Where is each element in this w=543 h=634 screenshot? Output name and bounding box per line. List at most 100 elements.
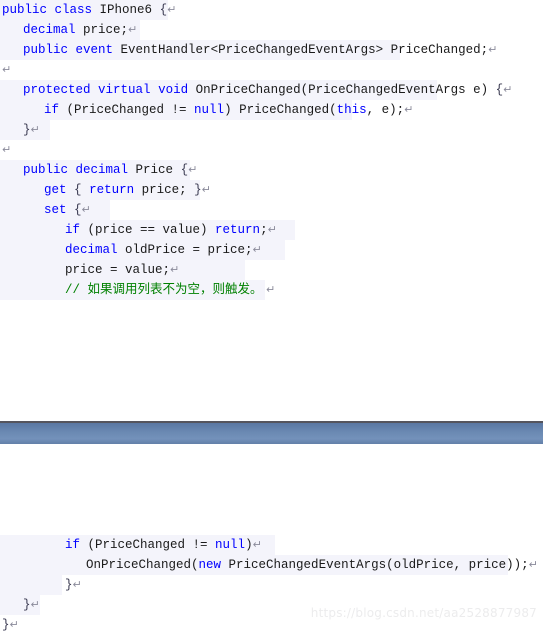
code-line: ↵: [0, 140, 543, 160]
code-line: if (PriceChanged != null)↵: [0, 535, 543, 555]
band-fill: [0, 423, 543, 444]
code-line: get { return price; }↵: [0, 180, 543, 200]
code-token: event: [75, 43, 114, 57]
paragraph-mark: ↵: [170, 263, 180, 276]
code-token: (price == value): [80, 223, 216, 237]
code-token: if: [44, 103, 60, 117]
code-text: ↵: [0, 140, 11, 160]
code-line: if (PriceChanged != null) PriceChanged(t…: [0, 100, 543, 120]
paragraph-mark: ↵: [252, 538, 262, 551]
paragraph-mark: ↵: [262, 283, 276, 296]
code-token: ;: [260, 223, 268, 237]
code-text: ↵: [0, 60, 11, 80]
code-token: if: [65, 223, 81, 237]
code-text: if (PriceChanged != null)↵: [0, 535, 262, 555]
paragraph-mark: ↵: [167, 3, 177, 16]
code-text: decimal price;↵: [0, 20, 137, 40]
code-block-top: public class IPhone6 {↵ decimal price;↵ pu…: [0, 0, 543, 300]
code-token: this: [336, 103, 367, 117]
paragraph-mark: ↵: [488, 43, 498, 56]
code-token: protected: [23, 83, 91, 97]
code-line: public decimal Price {↵: [0, 160, 543, 180]
code-token: {: [74, 183, 82, 197]
code-token: (PriceChanged !=: [80, 538, 216, 552]
code-token: }: [23, 123, 31, 137]
code-text: protected virtual void OnPriceChanged(Pr…: [0, 80, 512, 100]
paragraph-mark: ↵: [188, 163, 198, 176]
code-line: set {↵: [0, 200, 543, 220]
code-screenshot-page: public class IPhone6 {↵ decimal price;↵ pu…: [0, 0, 543, 634]
code-token: public: [23, 163, 69, 177]
code-text: OnPriceChanged(new PriceChangedEventArgs…: [0, 555, 538, 575]
code-token: {: [74, 203, 82, 217]
code-text: // 如果调用列表不为空，则触发。 ↵: [0, 280, 275, 300]
code-line: protected virtual void OnPriceChanged(Pr…: [0, 80, 543, 100]
code-line: }↵: [0, 120, 543, 140]
code-line: ↵: [0, 60, 543, 80]
paragraph-mark: ↵: [9, 618, 19, 631]
code-text: if (PriceChanged != null) PriceChanged(t…: [0, 100, 413, 120]
paragraph-mark: ↵: [503, 83, 513, 96]
code-token: null: [215, 538, 246, 552]
code-text: public class IPhone6 {↵: [0, 0, 176, 20]
code-token: price;: [75, 23, 129, 37]
code-token: (PriceChanged !=: [59, 103, 195, 117]
code-line: public event EventHandler<PriceChangedEv…: [0, 40, 543, 60]
code-token: PriceChangedEventArgs(oldPrice, price));: [221, 558, 529, 572]
code-token: decimal: [75, 163, 129, 177]
paragraph-mark: ↵: [404, 103, 414, 116]
code-line: if (price == value) return;↵: [0, 220, 543, 240]
code-token: }: [2, 618, 10, 632]
code-text: price = value;↵: [0, 260, 179, 280]
code-text: set {↵: [0, 200, 91, 220]
code-line: price = value;↵: [0, 260, 543, 280]
code-token: Price: [128, 163, 181, 177]
paragraph-mark: ↵: [528, 558, 538, 571]
code-token: ): [245, 538, 253, 552]
code-token: oldPrice = price;: [117, 243, 253, 257]
code-text: decimal oldPrice = price;↵: [0, 240, 262, 260]
code-line: decimal price;↵: [0, 20, 543, 40]
code-token: ) PriceChanged(: [224, 103, 337, 117]
watermark-url: https://blog.csdn.net/aa2528877987: [310, 606, 537, 620]
code-line: }↵: [0, 575, 543, 595]
paragraph-mark: ↵: [128, 23, 138, 36]
paragraph-mark: ↵: [2, 143, 12, 156]
code-token: public: [2, 3, 48, 17]
code-token: public: [23, 43, 69, 57]
code-token: if: [65, 538, 81, 552]
code-token: return: [89, 183, 135, 197]
code-text: }↵: [0, 120, 40, 140]
paragraph-mark: ↵: [252, 243, 262, 256]
code-token: // 如果调用列表不为空，则触发。: [65, 283, 263, 297]
code-text: public decimal Price {↵: [0, 160, 197, 180]
code-text: }↵: [0, 575, 82, 595]
code-token: }: [65, 578, 73, 592]
code-token: OnPriceChanged(PriceChangedEventArgs e): [188, 83, 496, 97]
code-text: get { return price; }↵: [0, 180, 211, 200]
paragraph-mark: ↵: [72, 578, 82, 591]
code-text: }↵: [0, 595, 40, 615]
code-token: void: [158, 83, 189, 97]
code-token: {: [159, 3, 168, 17]
code-token: virtual: [98, 83, 151, 97]
paragraph-mark: ↵: [81, 203, 91, 216]
code-token: set: [44, 203, 67, 217]
paragraph-mark: ↵: [30, 123, 40, 136]
code-token: class: [54, 3, 93, 17]
paragraph-mark: ↵: [267, 223, 277, 236]
code-token: }: [194, 183, 202, 197]
code-line: // 如果调用列表不为空，则触发。 ↵: [0, 280, 543, 300]
code-text: }↵: [0, 615, 19, 634]
code-token: null: [194, 103, 225, 117]
code-token: new: [198, 558, 222, 572]
code-token: return: [215, 223, 261, 237]
code-token: EventHandler<PriceChangedEventArgs> Pric…: [113, 43, 489, 57]
